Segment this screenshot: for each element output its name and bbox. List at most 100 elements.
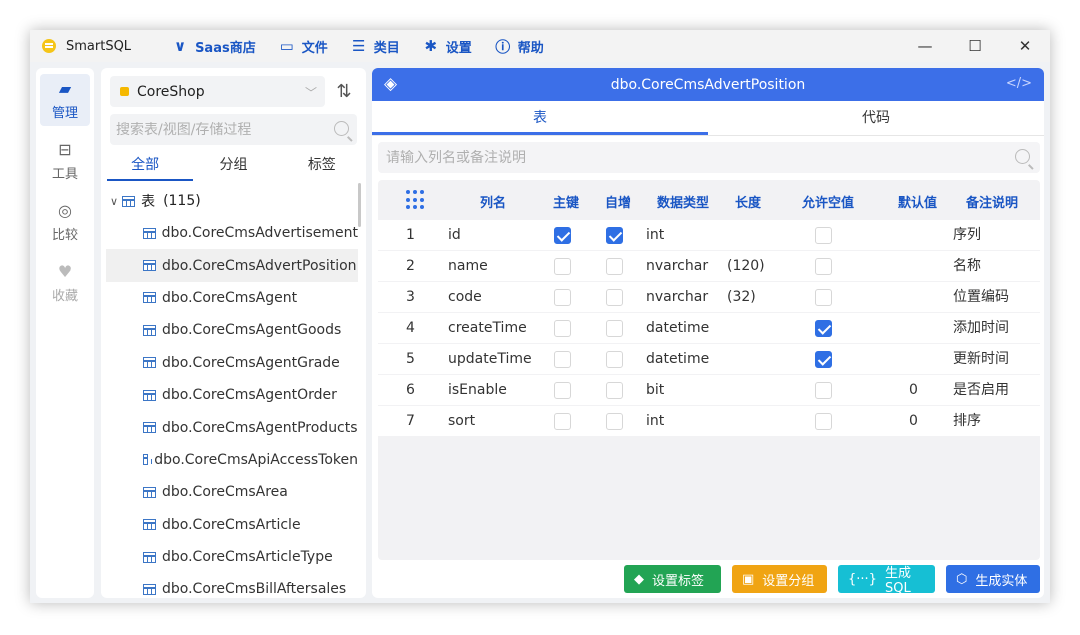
rail-item-label: 收藏	[51, 289, 78, 304]
nullable-checkbox[interactable]	[815, 413, 832, 430]
nullable-checkbox[interactable]	[815, 382, 832, 399]
list-item[interactable]: dbo.CoreCmsAgentGoods	[106, 314, 358, 346]
header-data-type[interactable]: 数据类型	[657, 192, 709, 211]
header-nullable[interactable]: 允许空值	[802, 192, 854, 211]
tab-all[interactable]: 全部	[101, 152, 189, 182]
primary-key-checkbox[interactable]	[554, 320, 571, 337]
generate-entity-button[interactable]: ⬡ 生成实体	[946, 565, 1040, 593]
close-button[interactable]: ✕	[1002, 30, 1048, 62]
nullable-checkbox[interactable]	[815, 227, 832, 244]
list-item[interactable]: dbo.CoreCmsApiAccessToken	[106, 444, 358, 476]
minimize-button[interactable]: —	[902, 30, 948, 62]
rail-item-manage[interactable]: ▰ 管理	[40, 74, 90, 126]
list-item[interactable]: dbo.CoreCmsAgentOrder	[106, 379, 358, 411]
rail-item-compare[interactable]: ◎ 比较	[40, 196, 90, 248]
tab-table[interactable]: 表	[372, 103, 708, 135]
grid-menu-icon[interactable]	[406, 190, 426, 210]
primary-key-checkbox[interactable]	[554, 382, 571, 399]
table-row[interactable]: 7 sort int 0 排序	[378, 406, 1040, 436]
table-icon	[143, 519, 156, 531]
list-item[interactable]: dbo.CoreCmsArea	[106, 476, 358, 508]
header-length[interactable]: 长度	[735, 192, 761, 211]
column-search-input[interactable]	[386, 149, 986, 166]
header-name[interactable]: 列名	[480, 192, 506, 211]
menu-item-3[interactable]: ✱ 设置	[422, 37, 471, 56]
database-select[interactable]: CoreShop ﹀	[110, 76, 325, 107]
nullable-checkbox[interactable]	[815, 351, 832, 368]
column-search-box	[378, 142, 1040, 173]
list-item[interactable]: dbo.CoreCmsAgentGrade	[106, 347, 358, 379]
generate-sql-button[interactable]: {···} 生成SQL	[838, 565, 935, 596]
set-group-button[interactable]: ▣ 设置分组	[732, 565, 827, 593]
table-name: dbo.CoreCmsAgentGoods	[162, 322, 342, 339]
list-item[interactable]: dbo.CoreCmsArticle	[106, 509, 358, 541]
nullable-checkbox[interactable]	[815, 289, 832, 306]
maximize-button[interactable]: ☐	[952, 30, 998, 62]
table-icon	[143, 357, 156, 369]
menu-item-0[interactable]: ∨ Saas商店	[171, 37, 256, 56]
tab-group[interactable]: 分组	[189, 152, 277, 182]
code-icon[interactable]: </>	[1006, 76, 1032, 91]
rail-item-favorites[interactable]: ♥ 收藏	[40, 257, 90, 309]
nullable-checkbox[interactable]	[815, 258, 832, 275]
tag-icon: ◆	[634, 571, 644, 587]
header-remark[interactable]: 备注说明	[966, 192, 1018, 211]
menu-item-2[interactable]: ☰ 类目	[350, 37, 400, 56]
list-item[interactable]: dbo.CoreCmsAgentProducts	[106, 411, 358, 443]
data-type: datetime	[646, 320, 710, 336]
list-item[interactable]: dbo.CoreCmsArticleType	[106, 541, 358, 573]
list-item[interactable]: dbo.CoreCmsAdvertPosition	[106, 249, 358, 282]
auto-increment-checkbox[interactable]	[606, 351, 623, 368]
header-primary-key[interactable]: 主键	[553, 192, 579, 211]
remark: 是否启用	[953, 382, 1009, 398]
table-icon	[143, 227, 156, 239]
search-icon[interactable]	[1015, 149, 1030, 164]
gear-icon: ✱	[424, 37, 438, 55]
tree-group-tables[interactable]: ∨ 表 (115)	[110, 190, 201, 212]
chevron-down-icon[interactable]: ∨	[110, 195, 118, 208]
primary-key-checkbox[interactable]	[554, 351, 571, 368]
list-item[interactable]: dbo.CoreCmsAdvertisement	[106, 217, 358, 249]
list-icon: ☰	[352, 37, 366, 55]
primary-key-checkbox[interactable]	[554, 258, 571, 275]
refresh-icon[interactable]: ⇅	[329, 76, 359, 107]
list-item[interactable]: dbo.CoreCmsBillAftersales	[106, 573, 358, 598]
object-search-input[interactable]	[116, 121, 326, 138]
rail-item-tools[interactable]: ⊟ 工具	[40, 135, 90, 187]
primary-key-checkbox[interactable]	[554, 227, 571, 244]
table-row[interactable]: 1 id int 序列	[378, 220, 1040, 250]
tab-tag[interactable]: 标签	[278, 152, 366, 182]
primary-key-checkbox[interactable]	[554, 413, 571, 430]
nullable-checkbox[interactable]	[815, 320, 832, 337]
table-row[interactable]: 6 isEnable bit 0 是否启用	[378, 375, 1040, 405]
tree-scrollbar[interactable]	[358, 183, 361, 227]
table-row[interactable]: 5 updateTime datetime 更新时间	[378, 344, 1040, 374]
auto-increment-checkbox[interactable]	[606, 258, 623, 275]
layers-icon[interactable]: ◈	[384, 74, 397, 94]
primary-key-checkbox[interactable]	[554, 289, 571, 306]
auto-increment-checkbox[interactable]	[606, 227, 623, 244]
data-type: nvarchar	[646, 258, 709, 274]
menu-item-1[interactable]: ▭ 文件	[278, 37, 328, 56]
table-row[interactable]: 4 createTime datetime 添加时间	[378, 313, 1040, 343]
table-row[interactable]: 3 code nvarchar (32) 位置编码	[378, 282, 1040, 312]
detail-tab-underline	[372, 132, 708, 135]
auto-increment-checkbox[interactable]	[606, 413, 623, 430]
column-name: name	[448, 258, 488, 274]
header-default[interactable]: 默认值	[898, 192, 937, 211]
tab-code[interactable]: 代码	[708, 103, 1044, 135]
auto-increment-checkbox[interactable]	[606, 320, 623, 337]
menu-item-4[interactable]: ⓘ 帮助	[494, 36, 544, 57]
object-tree-panel: CoreShop ﹀ ⇅ 全部 分组 标签 ∨ 表 (115) dbo.Core…	[101, 68, 366, 598]
auto-increment-checkbox[interactable]	[606, 382, 623, 399]
set-tag-button[interactable]: ◆ 设置标签	[624, 565, 721, 593]
table-row[interactable]: 2 name nvarchar (120) 名称	[378, 251, 1040, 281]
auto-increment-checkbox[interactable]	[606, 289, 623, 306]
list-item[interactable]: dbo.CoreCmsAgent	[106, 282, 358, 314]
table-icon	[143, 583, 156, 595]
generate-sql-label: 生成SQL	[884, 566, 911, 596]
header-auto-increment[interactable]: 自增	[605, 192, 631, 211]
tree-group-label: 表	[141, 194, 156, 210]
search-icon[interactable]	[334, 121, 349, 136]
rail-item-label: 管理	[51, 106, 78, 121]
